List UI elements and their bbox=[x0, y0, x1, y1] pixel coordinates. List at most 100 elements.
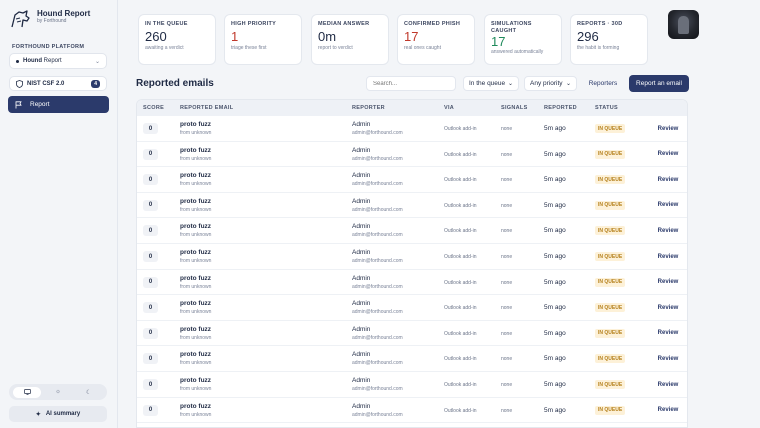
email-sender: from unknown bbox=[180, 386, 212, 392]
reported-time: 5m ago bbox=[544, 406, 566, 414]
table-row[interactable]: 0 proto fuzz from unknown Admin admin@fortho… bbox=[137, 321, 687, 347]
nist-csf-item[interactable]: NIST CSF 2.0 4 bbox=[9, 76, 107, 91]
table-row[interactable]: 0 proto fuzz from unknown Admin admin@fortho… bbox=[137, 218, 687, 244]
column-header-email[interactable]: REPORTED EMAIL bbox=[180, 105, 233, 111]
stat-sub: triage these first bbox=[231, 45, 267, 51]
queue-filter-select[interactable]: In the queue ⌄ bbox=[463, 76, 519, 91]
review-button[interactable]: Review bbox=[653, 149, 683, 160]
status-badge: IN QUEUE bbox=[595, 303, 626, 313]
column-header-signals[interactable]: SIGNALS bbox=[501, 105, 528, 111]
table-row[interactable]: 0 proto fuzz from unknown Admin admin@fortho… bbox=[137, 398, 687, 424]
review-button[interactable]: Review bbox=[653, 353, 683, 364]
column-header-via[interactable]: VIA bbox=[444, 105, 454, 111]
reported-time: 5m ago bbox=[544, 253, 566, 260]
table-row[interactable]: 0 proto fuzz from unknown Admin admin@fortho… bbox=[137, 116, 687, 142]
nist-label: NIST CSF 2.0 bbox=[27, 80, 65, 87]
search-input[interactable] bbox=[366, 76, 456, 91]
stat-sub: answered automatically bbox=[491, 49, 544, 55]
status-badge: IN QUEUE bbox=[595, 252, 626, 261]
review-button[interactable]: Review bbox=[653, 379, 683, 390]
status-badge: IN QUEUE bbox=[595, 277, 626, 287]
review-button[interactable]: Review bbox=[653, 123, 683, 134]
email-sender: from unknown bbox=[180, 309, 212, 316]
score-badge: 0 bbox=[143, 199, 158, 211]
email-subject: proto fuzz bbox=[180, 121, 212, 128]
table-row[interactable]: 0 proto fuzz from unknown Admin admin@fortho… bbox=[137, 193, 687, 219]
email-subject: proto fuzz bbox=[180, 325, 212, 333]
chevron-down-icon: ⌄ bbox=[94, 58, 100, 65]
review-button[interactable]: Review bbox=[653, 225, 683, 236]
reporter-email: admin@forthound.com bbox=[352, 130, 403, 136]
review-button[interactable]: Review bbox=[653, 302, 683, 313]
review-button[interactable]: Review bbox=[653, 328, 683, 339]
shield-icon bbox=[16, 79, 23, 88]
status-badge: IN QUEUE bbox=[595, 226, 626, 236]
reporter-email: admin@forthound.com bbox=[352, 386, 403, 392]
platform-select[interactable]: Hound Report ⌄ bbox=[9, 53, 107, 69]
via-source: Outlook add-in bbox=[444, 279, 477, 286]
review-button[interactable]: Review bbox=[653, 277, 683, 288]
reporter-name: Admin bbox=[352, 146, 371, 154]
signals-value: none bbox=[501, 177, 513, 184]
review-button[interactable]: Review bbox=[653, 405, 683, 416]
moon-icon[interactable]: ☾ bbox=[75, 387, 103, 398]
stat-value: 1 bbox=[231, 29, 239, 44]
reporter-email: admin@forthound.com bbox=[352, 411, 403, 418]
app-subtitle: by Forthound bbox=[37, 18, 67, 24]
reported-time: 5m ago bbox=[544, 329, 566, 337]
ai-summary-button[interactable]: ✦ AI summary bbox=[9, 406, 107, 422]
stat-label: SIMULATIONS CAUGHT bbox=[491, 21, 532, 34]
priority-filter-select[interactable]: Any priority ⌄ bbox=[524, 76, 577, 91]
review-button[interactable]: Review bbox=[653, 174, 683, 185]
sparkle-icon: ✦ bbox=[35, 411, 41, 418]
stat-value: 260 bbox=[145, 29, 167, 44]
column-header-reported[interactable]: REPORTED bbox=[544, 105, 577, 111]
column-header-reporter[interactable]: REPORTER bbox=[352, 105, 385, 111]
reporter-email: admin@forthound.com bbox=[352, 155, 403, 162]
reported-time: 5m ago bbox=[544, 150, 566, 158]
reported-time: 5m ago bbox=[544, 176, 566, 184]
sun-icon[interactable]: ☼ bbox=[44, 387, 72, 398]
reporter-name: Admin bbox=[352, 300, 371, 308]
signals-value: none bbox=[501, 228, 513, 235]
nav-item-report[interactable]: Report bbox=[8, 96, 109, 113]
table-row[interactable]: 0 proto fuzz from unknown Admin admin@fortho… bbox=[137, 270, 687, 296]
review-button[interactable]: Review bbox=[653, 251, 683, 262]
avatar[interactable] bbox=[668, 10, 699, 39]
via-source: Outlook add-in bbox=[444, 305, 477, 312]
flag-icon bbox=[15, 100, 22, 108]
via-source: Outlook add-in bbox=[444, 356, 477, 363]
table-row[interactable]: 0 proto fuzz from unknown Admin admin@fortho… bbox=[137, 167, 687, 193]
brand[interactable]: Hound Report by Forthound bbox=[10, 9, 90, 29]
via-source: Outlook add-in bbox=[444, 228, 477, 235]
column-header-status[interactable]: STATUS bbox=[595, 105, 618, 111]
avatar-figure bbox=[678, 16, 689, 34]
signals-value: none bbox=[501, 279, 513, 286]
reported-time: 5m ago bbox=[544, 381, 566, 388]
sidebar: Hound Report by Forthound FORTHOUND PLAT… bbox=[0, 0, 118, 428]
stat-card-confirmed-phish: CONFIRMED PHISH 17 real ones caught bbox=[397, 14, 475, 65]
stat-value: 0m bbox=[318, 29, 337, 44]
column-header-score[interactable]: SCORE bbox=[143, 105, 164, 111]
stat-card-simulations: SIMULATIONS CAUGHT 17 answered automatic… bbox=[484, 14, 562, 65]
reporter-name: Admin bbox=[352, 197, 371, 205]
reporters-button[interactable]: Reporters bbox=[581, 76, 625, 91]
nav-item-report-label: Report bbox=[30, 101, 50, 108]
table-row[interactable]: 0 proto fuzz from unknown Admin admin@fortho… bbox=[137, 372, 687, 398]
email-sender: from unknown bbox=[180, 360, 212, 367]
table-row[interactable]: 0 proto fuzz from unknown Admin admin@fortho… bbox=[137, 244, 687, 270]
score-badge: 0 bbox=[143, 379, 158, 390]
table-row[interactable]: 0 proto fuzz from unknown Admin admin@fortho… bbox=[137, 295, 687, 321]
report-email-button[interactable]: Report an email bbox=[629, 75, 689, 92]
via-source: Outlook add-in bbox=[444, 126, 477, 132]
table-row[interactable]: 0 proto fuzz from unknown Admin admin@fortho… bbox=[137, 346, 687, 372]
stat-sub: report to verdict bbox=[318, 45, 353, 51]
score-badge: 0 bbox=[143, 302, 158, 314]
reported-emails-table: SCORE REPORTED EMAIL REPORTER VIA SIGNAL… bbox=[136, 99, 688, 428]
status-badge: IN QUEUE bbox=[595, 149, 626, 159]
table-row[interactable]: 0 proto fuzz from unknown Admin admin@fortho… bbox=[137, 142, 687, 168]
reported-time: 5m ago bbox=[544, 125, 566, 132]
email-subject: proto fuzz bbox=[180, 274, 212, 282]
review-button[interactable]: Review bbox=[653, 200, 683, 211]
monitor-icon[interactable] bbox=[13, 386, 42, 398]
